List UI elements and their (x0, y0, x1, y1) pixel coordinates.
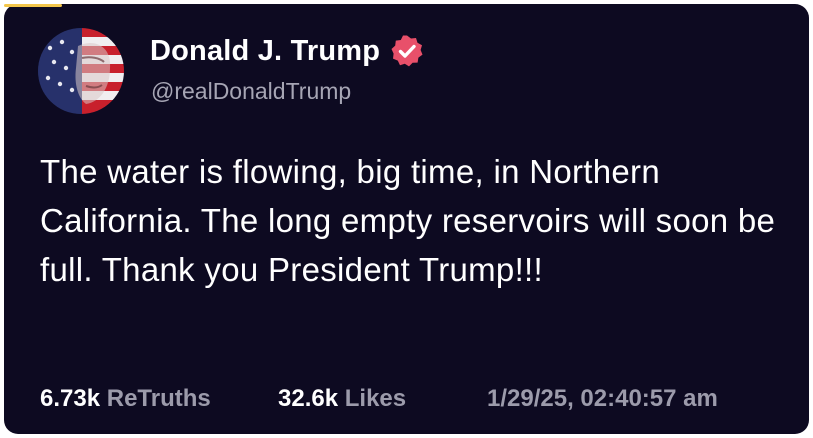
post-body: The water is flowing, big time, in North… (40, 153, 776, 288)
corner-accent (4, 4, 62, 7)
likes-count: 32.6k (278, 385, 339, 412)
retruths-stat[interactable]: 6.73k ReTruths (40, 384, 211, 414)
likes-stat[interactable]: 32.6k Likes (278, 384, 406, 414)
avatar[interactable] (38, 28, 124, 114)
likes-label: Likes (344, 385, 407, 412)
retruths-label: ReTruths (106, 385, 211, 412)
author-row: Donald J. Trump (150, 33, 424, 69)
verified-badge-icon (390, 34, 424, 68)
post-timestamp[interactable]: 1/29/25, 02:40:57 am (487, 384, 718, 414)
retruths-count: 6.73k (40, 385, 101, 412)
post-card: Donald J. Trump @realDonaldTrump The wat… (4, 4, 809, 434)
author-name[interactable]: Donald J. Trump (150, 35, 380, 68)
author-handle[interactable]: @realDonaldTrump (151, 78, 351, 105)
